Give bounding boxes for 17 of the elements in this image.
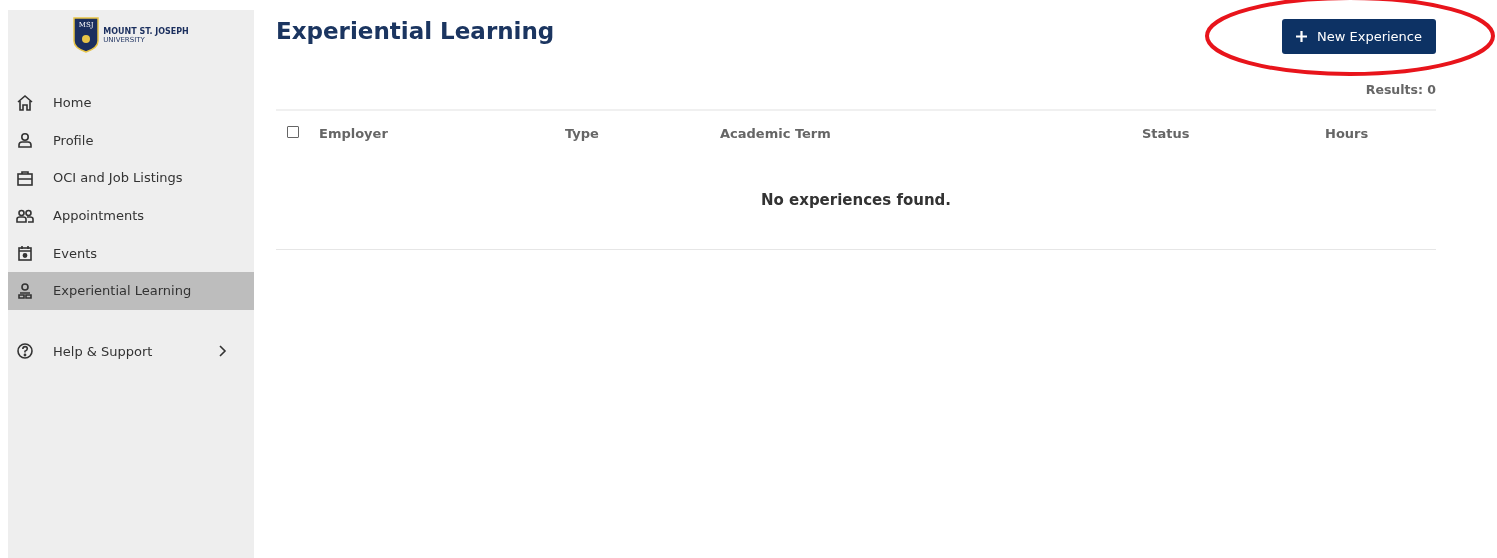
logo-text: MOUNT ST. JOSEPH [103, 26, 189, 36]
sidebar-item[interactable]: Home [8, 84, 254, 122]
sidebar-item[interactable]: Events [8, 234, 254, 272]
sidebar-item[interactable]: Experiential Learning [8, 271, 254, 310]
column-header[interactable]: Hours [1325, 125, 1369, 141]
column-header[interactable]: Type [565, 125, 720, 141]
help-menu-item[interactable]: Help & Support [8, 332, 254, 371]
column-header[interactable]: Academic Term [720, 125, 1142, 141]
new-experience-button[interactable]: New Experience [1282, 19, 1436, 54]
sidebar-item[interactable]: Appointments [8, 196, 254, 235]
results-count: Results: 0 [1364, 82, 1436, 99]
page-title: Experiential Learning [276, 18, 555, 44]
column-header[interactable]: Status [1142, 125, 1325, 141]
sidebar-item[interactable]: OCI and Job Listings [8, 159, 254, 197]
sidebar-item[interactable]: Profile [8, 121, 254, 160]
column-header[interactable]: Employer [319, 125, 565, 141]
empty-message: No experiences found. [759, 190, 953, 211]
